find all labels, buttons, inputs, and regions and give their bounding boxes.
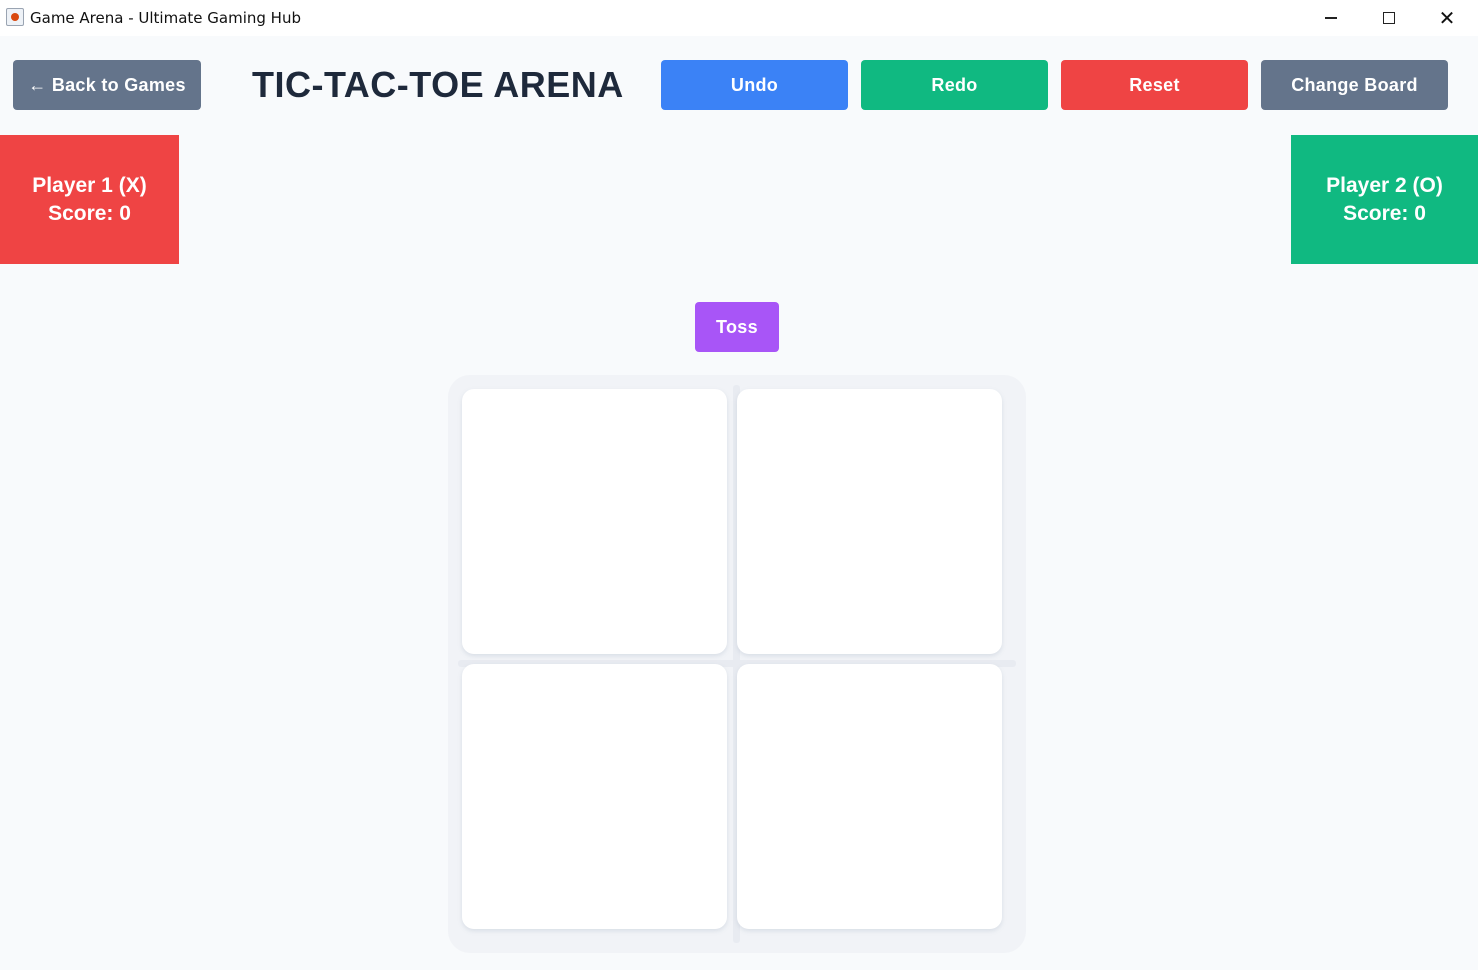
board-cell[interactable] — [737, 389, 1002, 654]
player-2-card: Player 2 (O) Score: 0 — [1291, 135, 1478, 264]
game-board — [448, 375, 1026, 953]
player-2-score: Score: 0 — [1343, 201, 1426, 225]
java-app-icon — [6, 8, 24, 26]
window-title: Game Arena - Ultimate Gaming Hub — [30, 9, 301, 27]
reset-button[interactable]: Reset — [1061, 60, 1248, 110]
page-title: TIC-TAC-TOE ARENA — [252, 64, 624, 105]
close-button[interactable]: ✕ — [1418, 0, 1476, 36]
change-board-button[interactable]: Change Board — [1261, 60, 1448, 110]
player-2-name: Player 2 (O) — [1326, 173, 1443, 197]
redo-button[interactable]: Redo — [861, 60, 1048, 110]
player-1-card: Player 1 (X) Score: 0 — [0, 135, 179, 264]
player-1-score: Score: 0 — [48, 201, 131, 225]
undo-button[interactable]: Undo — [661, 60, 848, 110]
board-cell[interactable] — [737, 664, 1002, 929]
window-titlebar: Game Arena - Ultimate Gaming Hub ✕ — [0, 0, 1478, 36]
player-1-name: Player 1 (X) — [32, 173, 147, 197]
toss-button[interactable]: Toss — [695, 302, 779, 352]
close-icon: ✕ — [1438, 6, 1456, 30]
maximize-icon — [1383, 12, 1395, 24]
minimize-icon — [1325, 17, 1337, 19]
board-cell[interactable] — [462, 664, 727, 929]
board-cell[interactable] — [462, 389, 727, 654]
maximize-button[interactable] — [1360, 0, 1418, 36]
back-to-games-button[interactable]: ← Back to Games — [13, 60, 201, 110]
minimize-button[interactable] — [1302, 0, 1360, 36]
